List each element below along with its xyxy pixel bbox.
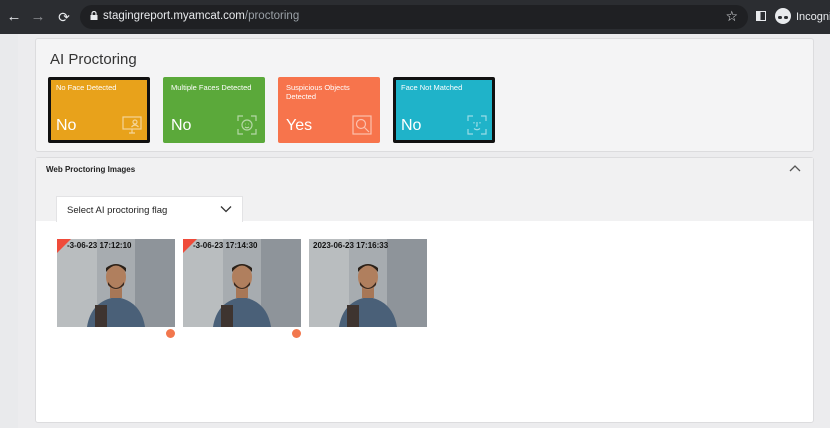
- proctoring-image[interactable]: 2023-06-23 17:16:33: [309, 239, 427, 327]
- flag-value: Yes: [286, 117, 313, 134]
- chevron-up-icon[interactable]: [789, 163, 801, 175]
- flag-card-multiple-faces-detected[interactable]: Multiple Faces Detected No: [163, 77, 265, 143]
- flag-card-no-face-detected[interactable]: No Face Detected No: [48, 77, 150, 143]
- image-timestamp: -3-06-23 17:12:10: [67, 241, 132, 250]
- page-content: AI Proctoring No Face Detected No Multip…: [18, 34, 830, 428]
- flag-label: Face Not Matched: [401, 83, 463, 92]
- url-text: stagingreport.myamcat.com/proctoring: [103, 10, 299, 22]
- url-domain: stagingreport.myamcat.com: [103, 10, 245, 22]
- address-bar[interactable]: stagingreport.myamcat.com/proctoring ☆: [80, 5, 748, 29]
- browser-toolbar: ← → ⟳ stagingreport.myamcat.com/proctori…: [0, 0, 830, 34]
- ai-proctoring-card: AI Proctoring No Face Detected No Multip…: [35, 38, 814, 152]
- face-id-icon: [467, 115, 487, 135]
- back-arrow-icon[interactable]: ←: [6, 9, 22, 25]
- flag-label: Multiple Faces Detected: [171, 83, 252, 92]
- chevron-down-icon: [220, 206, 232, 213]
- object-search-icon: [352, 115, 372, 135]
- flag-indicator-dot: [166, 329, 175, 338]
- flag-card-suspicious-objects-detected[interactable]: Suspicious Objects Detected Yes: [278, 77, 380, 143]
- url-path: /proctoring: [244, 10, 300, 22]
- ai-flag-select-value: Select AI proctoring flag: [67, 205, 168, 216]
- face-scan-icon: [237, 115, 257, 135]
- flag-indicator-dot: [292, 329, 301, 338]
- incognito-icon[interactable]: [775, 8, 791, 24]
- proctoring-image[interactable]: -3-06-23 17:12:10: [57, 239, 175, 327]
- person-photo: [57, 239, 175, 327]
- image-timestamp: -3-06-23 17:14:30: [193, 241, 258, 250]
- flag-label: Suspicious Objects Detected: [286, 83, 350, 101]
- web-proctoring-card: Web Proctoring Images Select AI proctori…: [35, 157, 814, 423]
- side-panel-icon[interactable]: [756, 11, 766, 21]
- person-photo: [309, 239, 427, 327]
- flag-value: No: [401, 117, 422, 134]
- incognito-label: Incognito: [796, 11, 830, 23]
- forward-arrow-icon[interactable]: →: [30, 9, 46, 25]
- flag-card-face-not-matched[interactable]: Face Not Matched No: [393, 77, 495, 143]
- ai-proctoring-title: AI Proctoring: [50, 51, 137, 68]
- web-proctoring-header: Web Proctoring Images Select AI proctori…: [36, 158, 813, 222]
- lock-icon: [90, 11, 98, 20]
- flag-value: No: [171, 117, 192, 134]
- flag-value: No: [56, 117, 77, 134]
- proctoring-image[interactable]: -3-06-23 17:14:30: [183, 239, 301, 327]
- monitor-person-icon: [122, 116, 142, 134]
- web-proctoring-title: Web Proctoring Images: [46, 165, 136, 174]
- image-timestamp: 2023-06-23 17:16:33: [313, 241, 389, 250]
- flag-label: No Face Detected: [56, 83, 117, 92]
- person-photo: [183, 239, 301, 327]
- ai-flag-select[interactable]: Select AI proctoring flag: [56, 196, 243, 222]
- reload-icon[interactable]: ⟳: [56, 9, 72, 25]
- bookmark-star-icon[interactable]: ☆: [725, 8, 738, 25]
